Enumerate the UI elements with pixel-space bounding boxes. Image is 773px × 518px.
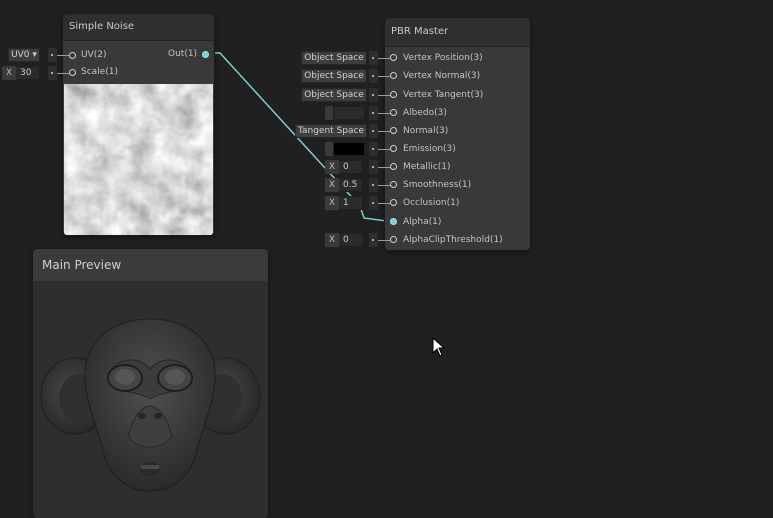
monkey-head-preview bbox=[40, 318, 261, 492]
alphaclipthreshold-value-field[interactable]: X0 bbox=[325, 233, 363, 247]
occlusion-value-field[interactable]: X1 bbox=[325, 196, 363, 210]
simple-noise-node[interactable]: Simple Noise UV(2) Scale(1) Out(1) bbox=[63, 14, 214, 235]
out-output-label: Out(1) bbox=[168, 49, 198, 59]
emission-input-port[interactable] bbox=[390, 145, 397, 152]
alpha-input-port[interactable] bbox=[390, 218, 397, 225]
smoothness-input-port[interactable] bbox=[390, 181, 397, 188]
vertex-position-input-port[interactable] bbox=[390, 54, 397, 61]
occlusion-input-port[interactable] bbox=[390, 199, 397, 206]
vertex-position-field-connector bbox=[369, 51, 378, 65]
normal-space-dropdown[interactable]: Tangent Space bbox=[295, 124, 367, 138]
vertex-tangent-input-label: Vertex Tangent(3) bbox=[403, 90, 484, 100]
albedo-field-wire bbox=[378, 113, 390, 114]
smoothness-value-field[interactable]: X 0.5 bbox=[325, 178, 363, 192]
vertex-position-input-label: Vertex Position(3) bbox=[403, 53, 483, 63]
out-output-port[interactable] bbox=[202, 51, 209, 58]
emission-input-label: Emission(3) bbox=[403, 144, 456, 154]
uv-channel-value: UV0 bbox=[11, 50, 30, 60]
smoothness-field-connector bbox=[369, 178, 378, 192]
smoothness-input-label: Smoothness(1) bbox=[403, 180, 472, 190]
normal-field-connector bbox=[369, 124, 378, 138]
metallic-value-field[interactable]: X0 bbox=[325, 160, 363, 174]
uv-channel-dropdown[interactable]: UV0 ▾ bbox=[8, 48, 40, 62]
vertex-tangent-field-connector bbox=[369, 88, 378, 102]
uv-field-wire bbox=[57, 55, 69, 56]
metallic-field-wire bbox=[378, 167, 390, 168]
metallic-field-connector bbox=[369, 160, 378, 174]
normal-field-wire bbox=[378, 131, 390, 132]
emission-field-connector bbox=[369, 142, 378, 156]
occlusion-x-label: X bbox=[325, 196, 339, 210]
albedo-field-connector bbox=[369, 106, 378, 120]
smoothness-value[interactable]: 0.5 bbox=[339, 180, 357, 190]
metallic-input-label: Metallic(1) bbox=[403, 162, 451, 172]
smoothness-x-label: X bbox=[325, 178, 339, 192]
vertex-position-space-dropdown[interactable]: Object Space bbox=[301, 51, 367, 65]
occlusion-field-wire bbox=[378, 203, 390, 204]
albedo-color-swatch[interactable] bbox=[325, 106, 365, 120]
metallic-input-port[interactable] bbox=[390, 163, 397, 170]
vertex-tangent-field-wire bbox=[378, 95, 390, 96]
mouse-cursor-icon bbox=[432, 337, 446, 357]
metallic-x-label: X bbox=[325, 160, 339, 174]
alphaclipthreshold-field-wire bbox=[378, 240, 390, 241]
scale-x-label: X bbox=[2, 66, 16, 80]
alphaclipthreshold-x-label: X bbox=[325, 233, 339, 247]
vertex-tangent-space-dropdown[interactable]: Object Space bbox=[301, 88, 367, 102]
albedo-input-port[interactable] bbox=[390, 109, 397, 116]
emission-color-swatch[interactable] bbox=[325, 142, 365, 156]
uv-input-port[interactable] bbox=[69, 52, 76, 59]
alphaclipthreshold-field-connector bbox=[369, 233, 378, 247]
occlusion-input-label: Occlusion(1) bbox=[403, 198, 460, 208]
vertex-position-field-wire bbox=[378, 58, 390, 59]
uv-field-connector bbox=[48, 48, 57, 62]
vertex-normal-field-wire bbox=[378, 76, 390, 77]
uv-input-label: UV(2) bbox=[81, 50, 107, 60]
alphaclipthreshold-value[interactable]: 0 bbox=[339, 235, 349, 245]
scale-field[interactable]: X 30 bbox=[2, 66, 40, 80]
vertex-tangent-input-port[interactable] bbox=[390, 91, 397, 98]
alphaclipthreshold-input-port[interactable] bbox=[390, 236, 397, 243]
emission-field-wire bbox=[378, 149, 390, 150]
vertex-normal-input-label: Vertex Normal(3) bbox=[403, 71, 481, 81]
vertex-normal-space-dropdown[interactable]: Object Space bbox=[301, 69, 367, 83]
scale-field-connector bbox=[48, 66, 57, 80]
alphaclipthreshold-input-label: AlphaClipThreshold(1) bbox=[403, 235, 503, 245]
pbr-master-title[interactable]: PBR Master bbox=[385, 18, 530, 47]
normal-input-port[interactable] bbox=[390, 127, 397, 134]
albedo-input-label: Albedo(3) bbox=[403, 108, 447, 118]
main-preview-panel[interactable]: Main Preview bbox=[33, 249, 268, 518]
alpha-input-label: Alpha(1) bbox=[403, 217, 442, 227]
scale-input-label: Scale(1) bbox=[81, 67, 118, 77]
simple-noise-title[interactable]: Simple Noise bbox=[63, 14, 214, 41]
scale-input-port[interactable] bbox=[69, 69, 76, 76]
scale-value[interactable]: 30 bbox=[16, 68, 31, 78]
normal-input-label: Normal(3) bbox=[403, 126, 449, 136]
noise-preview-image bbox=[64, 84, 213, 235]
main-preview-title[interactable]: Main Preview bbox=[33, 249, 268, 281]
vertex-normal-field-connector bbox=[369, 69, 378, 83]
occlusion-field-connector bbox=[369, 196, 378, 210]
vertex-normal-input-port[interactable] bbox=[390, 72, 397, 79]
chevron-down-icon: ▾ bbox=[29, 50, 37, 60]
metallic-value[interactable]: 0 bbox=[339, 162, 349, 172]
occlusion-value[interactable]: 1 bbox=[339, 198, 349, 208]
scale-field-wire bbox=[57, 73, 69, 74]
smoothness-field-wire bbox=[378, 185, 390, 186]
